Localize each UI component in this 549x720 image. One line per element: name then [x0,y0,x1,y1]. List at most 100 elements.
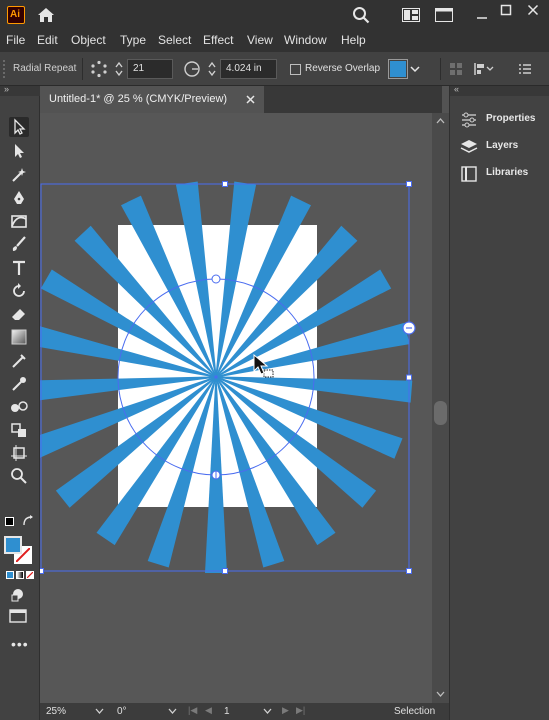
chevron-down-icon[interactable] [168,708,177,715]
selection-handle[interactable] [406,568,412,574]
collapse-icon[interactable]: » [4,84,9,94]
libraries-panel-button[interactable]: Libraries [458,164,544,184]
center-point [214,375,218,379]
selection-handle[interactable] [406,181,412,187]
reverse-overlap-label[interactable]: Reverse Overlap [305,63,380,74]
pen-tool-icon[interactable] [9,188,29,208]
screen-mode-icon[interactable] [9,609,27,623]
search-icon[interactable] [352,6,370,24]
menu-help[interactable]: Help [341,33,366,47]
edit-toolbar-icon[interactable]: ••• [11,637,29,651]
chevron-down-icon[interactable] [95,708,104,715]
radial-repeat-label: Radial Repeat [13,63,77,74]
selection-handle[interactable] [222,568,228,574]
menu-window[interactable]: Window [284,33,327,47]
home-icon[interactable] [37,7,55,23]
chevron-down-icon[interactable] [263,708,272,715]
rotate-tool-icon[interactable] [9,281,29,301]
menu-effect[interactable]: Effect [203,33,233,47]
workspace-switcher-icon[interactable] [402,8,420,22]
type-tool-icon[interactable] [9,258,29,278]
gradient-mode-icon[interactable] [16,571,24,579]
radius-handle[interactable] [211,274,221,284]
layers-label: Layers [486,140,519,151]
shape-builder-tool-icon[interactable] [9,351,29,371]
collapse-icon[interactable]: « [454,84,459,94]
libraries-icon [461,166,477,182]
none-mode-icon[interactable] [26,571,34,579]
layers-icon [460,140,478,153]
menu-file[interactable]: File [6,33,25,47]
direct-selection-tool-icon[interactable] [9,141,29,161]
properties-panel-button[interactable]: Properties [458,110,544,130]
eraser-tool-icon[interactable] [9,304,29,324]
canvas[interactable] [40,113,432,703]
zoom-level[interactable]: 25% [46,705,66,718]
previous-artboard-icon[interactable]: ◀ [205,705,212,716]
tools-panel: » ••• [0,84,40,720]
vertical-scrollbar[interactable] [432,113,449,703]
chevron-down-icon[interactable] [410,65,420,73]
panel-dock: « Properties Layers Libraries [449,84,549,720]
paintbrush-tool-icon[interactable] [9,234,29,254]
radius-input[interactable]: 4.024 in [220,59,277,79]
first-artboard-icon[interactable]: |◀ [188,705,197,716]
selection-tool-icon[interactable] [9,117,29,137]
default-colors-icon[interactable] [5,517,14,526]
arrange-documents-icon[interactable] [435,8,453,22]
zoom-tool-icon[interactable] [9,466,29,486]
menu-type[interactable]: Type [120,33,146,47]
properties-label: Properties [486,113,536,124]
scrollbar-thumb[interactable] [434,401,447,425]
swap-colors-icon[interactable] [22,515,34,527]
close-tab-icon[interactable] [246,95,255,104]
last-artboard-icon[interactable]: ▶| [296,705,305,716]
align-icon[interactable] [473,62,495,76]
document-tab[interactable]: Untitled-1* @ 25 % (CMYK/Preview) [40,86,264,113]
fill-color-swatch[interactable] [4,536,22,554]
instances-input[interactable]: 21 [127,59,173,79]
draw-mode-icon[interactable] [10,586,26,602]
close-window-icon[interactable] [527,4,539,16]
artboard-number[interactable]: 1 [224,705,230,718]
panel-dock-header[interactable]: « [450,84,549,96]
menu-object[interactable]: Object [71,33,106,47]
minimize-icon[interactable] [476,10,488,20]
layers-panel-button[interactable]: Layers [458,137,544,157]
instances-stepper-icon[interactable] [114,60,124,78]
blend-tool-icon[interactable] [9,397,29,417]
control-bar-grip[interactable] [3,60,7,78]
rotation-value[interactable]: 0° [117,705,127,718]
reverse-overlap-checkbox[interactable] [290,64,301,75]
artwork[interactable] [40,113,432,703]
selection-handle[interactable] [406,374,412,381]
radius-stepper-icon[interactable] [207,60,217,78]
tools-panel-header[interactable]: » [0,84,40,96]
magic-wand-tool-icon[interactable] [9,165,29,185]
panel-menu-icon[interactable] [518,63,532,75]
title-bar: Ai [0,0,549,30]
eyedropper-tool-icon[interactable] [9,374,29,394]
scroll-up-icon[interactable] [436,118,445,124]
color-mode-icon[interactable] [6,571,14,579]
menu-select[interactable]: Select [158,33,191,47]
menu-edit[interactable]: Edit [37,33,58,47]
divider [440,58,441,80]
radius-icon [184,61,200,77]
document-tab-bar: Untitled-1* @ 25 % (CMYK/Preview) [40,86,442,113]
rectangle-tool-icon[interactable] [9,211,29,231]
live-paint-tool-icon[interactable] [9,420,29,440]
selection-handle[interactable] [40,568,44,574]
app-logo[interactable]: Ai [7,6,25,24]
libraries-label: Libraries [486,167,529,178]
menu-view[interactable]: View [247,33,273,47]
artboard-tool-icon[interactable] [9,443,29,463]
next-artboard-icon[interactable]: ▶ [282,705,289,716]
menu-bar: File Edit Object Type Select Effect View… [0,30,549,52]
scroll-down-icon[interactable] [436,691,445,697]
transform-icon[interactable] [449,62,463,76]
selection-handle[interactable] [222,181,228,187]
maximize-icon[interactable] [500,4,512,16]
fill-color-swatch[interactable] [388,59,408,79]
gradient-tool-icon[interactable] [9,327,29,347]
